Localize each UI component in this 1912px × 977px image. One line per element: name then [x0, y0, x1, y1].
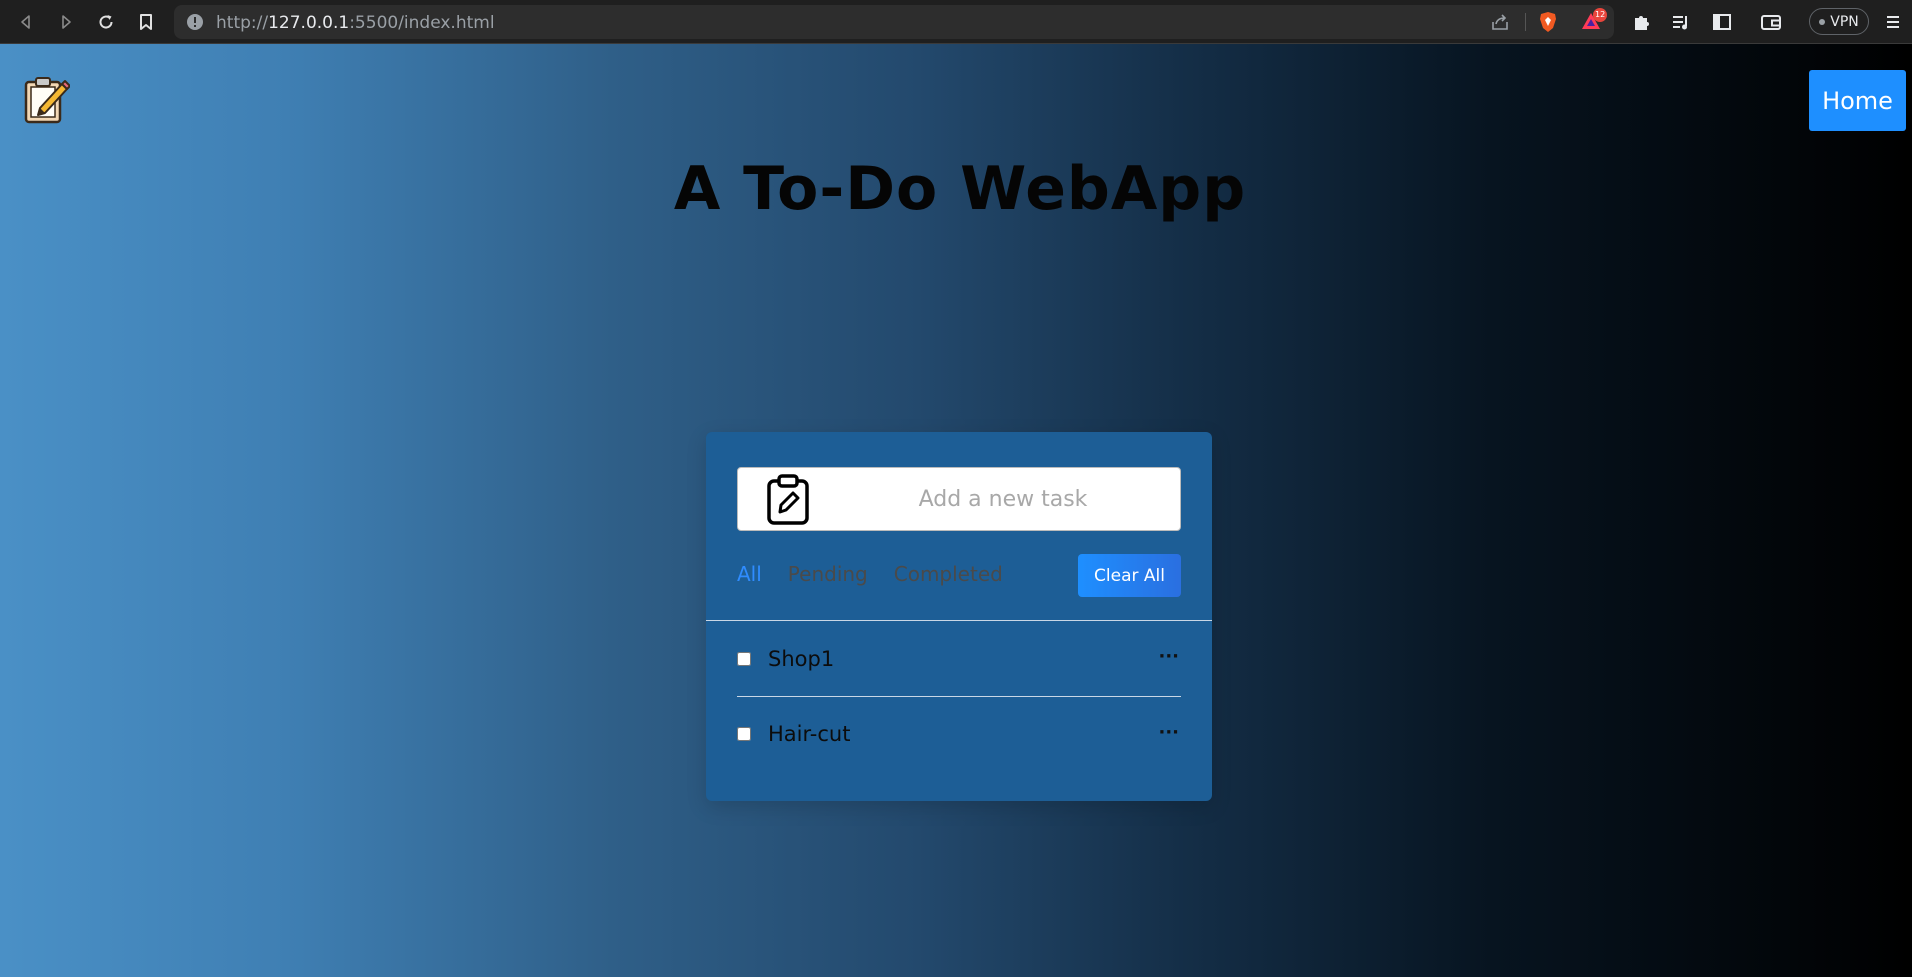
notepad-pencil-logo-icon [24, 77, 70, 124]
address-bar[interactable]: http://127.0.0.1:5500/index.html 12 [174, 5, 1614, 39]
extensions-button[interactable] [1628, 9, 1654, 35]
reload-icon [99, 15, 113, 29]
address-separator [1525, 13, 1526, 31]
url-scheme: http:// [216, 13, 269, 33]
page-background: Home A To-Do WebApp All Pending Complete… [0, 44, 1912, 977]
vpn-status-icon [1819, 18, 1826, 25]
back-button[interactable] [13, 9, 39, 35]
task-label: Shop1 [768, 646, 835, 671]
forward-icon [62, 15, 71, 29]
task-menu-icon[interactable]: ··· [1158, 722, 1179, 743]
todo-card: All Pending Completed Clear All Shop1 ··… [706, 432, 1212, 801]
clear-all-button[interactable]: Clear All [1078, 554, 1181, 597]
brave-rewards-button[interactable]: 12 [1580, 8, 1608, 35]
filter-all[interactable]: All [737, 562, 762, 592]
filter-pending[interactable]: Pending [788, 562, 868, 592]
rewards-badge: 12 [1593, 8, 1608, 22]
share-icon[interactable] [1490, 12, 1510, 32]
url-host: 127.0.0.1 [268, 13, 350, 33]
sidebar-button[interactable] [1709, 9, 1735, 35]
filter-tabs: All Pending Completed [737, 562, 1003, 592]
brave-shields-icon[interactable] [1538, 11, 1558, 33]
puzzle-icon [1635, 16, 1649, 30]
forward-button[interactable] [53, 9, 79, 35]
task-input-container [737, 467, 1181, 531]
vpn-button[interactable]: VPN [1809, 8, 1869, 35]
browser-menu-button[interactable] [1880, 9, 1906, 35]
wallet-icon [1761, 15, 1781, 30]
hamburger-menu-icon [1887, 16, 1899, 28]
task-checkbox[interactable] [737, 727, 751, 741]
clipboard-edit-icon [767, 474, 809, 525]
page-title: A To-Do WebApp [673, 154, 1247, 224]
task-label: Hair-cut [768, 722, 851, 746]
task-list: Shop1 ··· Hair-cut ··· [737, 621, 1181, 771]
task-row: Shop1 ··· [737, 621, 1181, 696]
vpn-label: VPN [1830, 13, 1859, 30]
back-icon [21, 15, 30, 29]
sidebar-icon [1713, 14, 1731, 30]
new-task-input[interactable] [828, 468, 1178, 530]
task-checkbox[interactable] [737, 651, 751, 666]
playlist-icon [1673, 16, 1687, 30]
site-info-icon[interactable] [186, 13, 204, 31]
url-text[interactable]: http://127.0.0.1:5500/index.html [216, 13, 495, 33]
reload-button[interactable] [93, 9, 119, 35]
media-button[interactable] [1668, 9, 1694, 35]
wallet-button[interactable] [1758, 9, 1784, 35]
task-menu-icon[interactable]: ··· [1158, 646, 1179, 667]
bookmark-button[interactable] [133, 9, 159, 35]
browser-toolbar: http://127.0.0.1:5500/index.html 12 VPN [0, 0, 1912, 44]
task-row: Hair-cut ··· [737, 696, 1181, 771]
url-path: :5500/index.html [349, 13, 495, 33]
bookmark-icon [140, 14, 152, 30]
home-button[interactable]: Home [1809, 70, 1906, 131]
filter-completed[interactable]: Completed [894, 562, 1003, 592]
